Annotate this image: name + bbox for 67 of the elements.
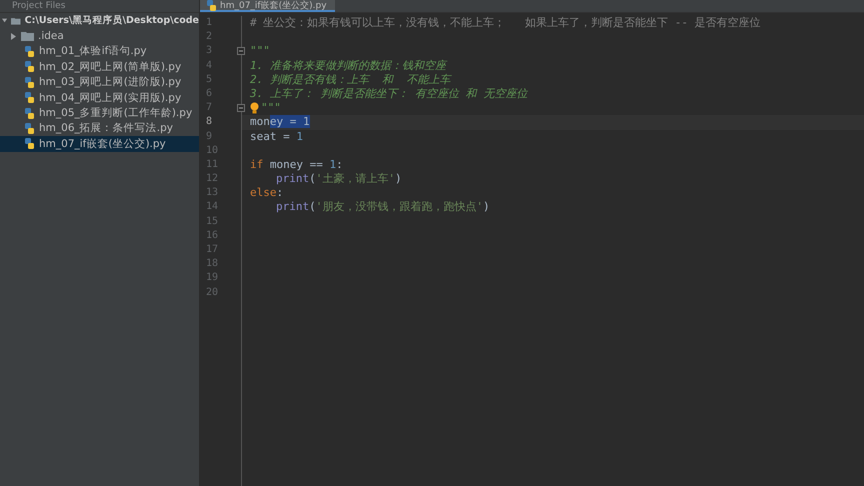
python-file-icon <box>24 46 35 57</box>
line-number: 2 <box>206 30 212 44</box>
line-number: 10 <box>206 144 218 158</box>
code-line: 2. 判断是否有钱：上车 和 不能上车 <box>250 72 450 87</box>
tree-item[interactable]: .idea <box>0 28 199 44</box>
code-line: print('朋友，没带钱，跟着跑，跑快点') <box>276 200 490 215</box>
line-number: 7 <box>206 101 212 116</box>
code-line: print('土豪，请上车') <box>276 172 402 186</box>
line-number: 17 <box>206 243 218 257</box>
python-file-icon <box>24 61 35 72</box>
tree-item[interactable]: hm_06_拓展：条件写法.py <box>0 120 199 136</box>
code-line: money = 1 <box>250 115 310 130</box>
line-number: 11 <box>206 158 218 172</box>
python-file-icon <box>24 108 35 119</box>
file-label: hm_03_网吧上网(进阶版).py <box>39 75 182 90</box>
code-line: """ <box>250 44 270 59</box>
line-number: 3 <box>206 44 212 58</box>
code-line: if money == 1: <box>250 158 343 172</box>
tree-item[interactable]: hm_03_网吧上网(进阶版).py <box>0 74 199 90</box>
code-line: """ <box>261 101 281 116</box>
expand-arrow-icon[interactable] <box>2 17 8 24</box>
line-number: 15 <box>206 214 218 229</box>
line-number: 12 <box>206 172 218 186</box>
folder-label: C:\Users\黑马程序员\Desktop\code <box>24 14 199 28</box>
tree-item[interactable]: hm_04_网吧上网(实用版).py <box>0 90 199 106</box>
tree-item[interactable]: hm_01_体验if语句.py <box>0 44 199 60</box>
file-label: hm_02_网吧上网(简单版).py <box>39 60 182 74</box>
fold-marker-icon[interactable] <box>237 104 245 112</box>
python-file-icon <box>24 92 35 104</box>
tree-item[interactable]: C:\Users\黑马程序员\Desktop\code <box>0 13 199 28</box>
file-label: hm_01_体验if语句.py <box>39 44 147 58</box>
expand-arrow-icon[interactable] <box>10 32 17 40</box>
code-line: 3. 上车了： 判断是否能坐下： 有空座位 和 无空座位 <box>250 86 528 102</box>
line-number: 18 <box>206 257 218 272</box>
tree-item[interactable]: hm_07_if嵌套(坐公交).py <box>0 136 199 152</box>
line-number: 9 <box>206 130 212 144</box>
line-number: 16 <box>206 228 218 243</box>
tree-item[interactable]: hm_05_多重判断(工作年龄).py <box>0 105 199 121</box>
line-number: 5 <box>206 72 212 87</box>
folder-icon <box>21 31 34 42</box>
line-number: 6 <box>206 86 212 101</box>
python-file-icon <box>24 76 35 88</box>
code-line: seat = 1 <box>250 130 303 144</box>
line-number: 14 <box>206 200 218 214</box>
line-number: 20 <box>206 286 218 300</box>
line-number: 13 <box>206 186 218 200</box>
tree-item[interactable]: hm_02_网吧上网(简单版).py <box>0 59 199 75</box>
fold-marker-icon[interactable] <box>237 47 245 56</box>
python-file-icon <box>24 122 35 134</box>
file-label: hm_07_if嵌套(坐公交).py <box>39 136 166 151</box>
lightbulb-icon[interactable] <box>250 102 259 114</box>
line-number: 1 <box>206 16 212 30</box>
file-label: hm_06_拓展：条件写法.py <box>39 121 173 136</box>
folder-label: .idea <box>38 30 64 42</box>
editor-tab[interactable]: hm_07_if嵌套(坐公交).py <box>200 0 335 12</box>
file-label: hm_05_多重判断(工作年龄).py <box>39 106 192 120</box>
python-file-icon <box>206 0 217 10</box>
code-line: 1. 准备将来要做判断的数据：钱和空座 <box>250 58 446 73</box>
code-line: # 坐公交：如果有钱可以上车，没有钱，不能上车； 如果上车了，判断是否能坐下 -- 是否有空座位 <box>250 16 761 30</box>
folder-icon <box>11 16 21 26</box>
line-number: 4 <box>206 58 212 73</box>
code-line: else: <box>250 186 284 200</box>
panel-title: Project Files <box>0 0 199 13</box>
python-file-icon <box>24 138 35 150</box>
line-number: 8 <box>206 115 212 130</box>
line-number: 19 <box>206 271 218 286</box>
file-label: hm_04_网吧上网(实用版).py <box>39 90 182 105</box>
